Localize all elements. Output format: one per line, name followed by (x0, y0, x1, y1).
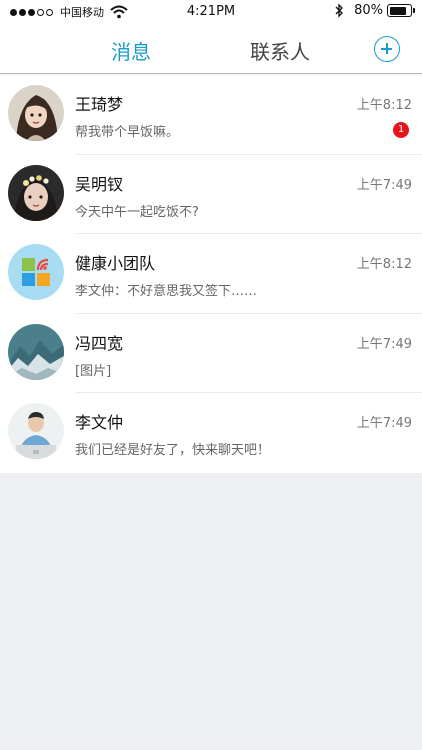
bluetooth-icon (335, 3, 344, 18)
message-time: 上午8:12 (356, 98, 412, 113)
conversation-row[interactable]: 王琦梦 上午8:12 帮我带个早饭嘛。 1 (0, 75, 422, 155)
conversation-list: 王琦梦 上午8:12 帮我带个早饭嘛。 1 吴明钗 上午7:49 今天中午一起吃… (0, 75, 422, 473)
status-right: 80% (334, 3, 415, 18)
conversation-row[interactable]: 吴明钗 上午7:49 今天中午一起吃饭不? (0, 155, 422, 234)
contact-name: 冯四宽 (75, 333, 124, 353)
contact-name: 王琦梦 (75, 95, 124, 114)
group-tiles-avatar (8, 244, 64, 300)
tab-messages[interactable]: 消息 (111, 36, 151, 65)
conversation-row[interactable]: 健康小团队 上午8:12 李文仲：不好意思我又签下…… (0, 234, 422, 314)
message-time: 上午7:49 (356, 177, 412, 193)
message-time: 上午7:49 (356, 336, 412, 352)
tab-contacts[interactable]: 联系人 (250, 36, 310, 65)
message-time: 上午7:49 (356, 416, 412, 431)
add-icon[interactable] (374, 36, 400, 62)
girl-flower-crown-avatar (8, 164, 64, 221)
man-laptop-avatar (8, 403, 64, 459)
message-preview: 我们已经是好友了，快来聊天吧！ (75, 443, 271, 458)
group-name: 健康小团队 (75, 254, 156, 273)
conversation-row[interactable]: 冯四宽 上午7:49 [图片] (0, 314, 422, 393)
mountain-landscape-avatar (8, 323, 64, 380)
unread-badge: 1 (393, 122, 409, 138)
message-time: 上午8:12 (356, 257, 412, 272)
message-preview: 今天中午一起吃饭不? (75, 204, 199, 220)
contact-name: 吴明钗 (75, 174, 124, 194)
message-preview: 李文仲：不好意思我又签下…… (75, 284, 258, 299)
nav-header: 消息 联系人 (0, 24, 422, 74)
girl-portrait-avatar (8, 85, 64, 141)
battery-icon (387, 4, 415, 17)
battery-percent: 80% (354, 3, 383, 18)
contact-name: 李文仲 (75, 413, 124, 432)
message-preview: [图片] (75, 363, 112, 379)
message-preview: 帮我带个早饭嘛。 (75, 125, 180, 140)
status-bar: 中国移动 4:21PM 80% (0, 0, 422, 24)
conversation-row[interactable]: 李文仲 上午7:49 我们已经是好友了，快来聊天吧！ (0, 393, 422, 473)
